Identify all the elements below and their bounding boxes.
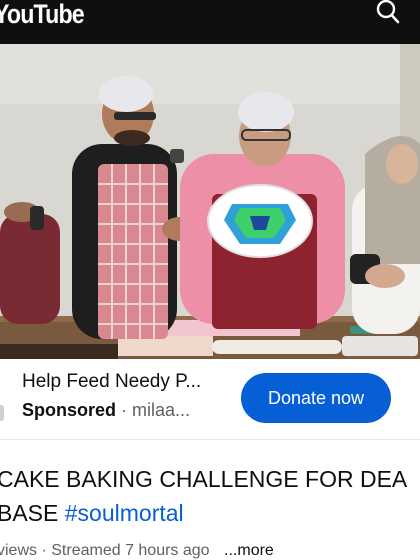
video-title-line-2: BASE #soulmortal bbox=[0, 496, 420, 530]
divider bbox=[0, 439, 420, 440]
video-title-line-1: CAKE BAKING CHALLENGE FOR DEA bbox=[0, 466, 408, 492]
meta-separator: · bbox=[121, 400, 128, 420]
video-title-line-2-text: BASE bbox=[0, 500, 59, 526]
video-frame-image bbox=[0, 44, 420, 359]
view-count: views bbox=[0, 542, 38, 559]
sponsored-label: Sponsored bbox=[22, 400, 117, 420]
advertiser-name[interactable]: milaa... bbox=[132, 400, 190, 420]
stream-time: Streamed 7 hours ago bbox=[51, 542, 210, 559]
more-link[interactable]: ...more bbox=[224, 542, 274, 559]
search-icon bbox=[376, 0, 400, 24]
promo-meta: Sponsored · milaa... bbox=[22, 400, 190, 421]
video-player[interactable] bbox=[0, 44, 420, 359]
meta-separator: · bbox=[41, 542, 47, 559]
promo-edge-indicator bbox=[0, 405, 4, 421]
search-button[interactable] bbox=[370, 0, 402, 26]
donate-now-button[interactable]: Donate now bbox=[241, 373, 391, 423]
top-app-bar: YouTube bbox=[0, 0, 420, 44]
hashtag-link[interactable]: #soulmortal bbox=[65, 500, 184, 526]
youtube-logo[interactable]: YouTube bbox=[0, 0, 85, 28]
video-title[interactable]: CAKE BAKING CHALLENGE FOR DEA BASE #soul… bbox=[0, 462, 420, 530]
video-meta: views · Streamed 7 hours ago ...more bbox=[0, 542, 274, 560]
sponsored-promo-card[interactable]: Help Feed Needy P... Sponsored · milaa..… bbox=[0, 359, 420, 439]
promo-title[interactable]: Help Feed Needy P... bbox=[22, 371, 201, 393]
